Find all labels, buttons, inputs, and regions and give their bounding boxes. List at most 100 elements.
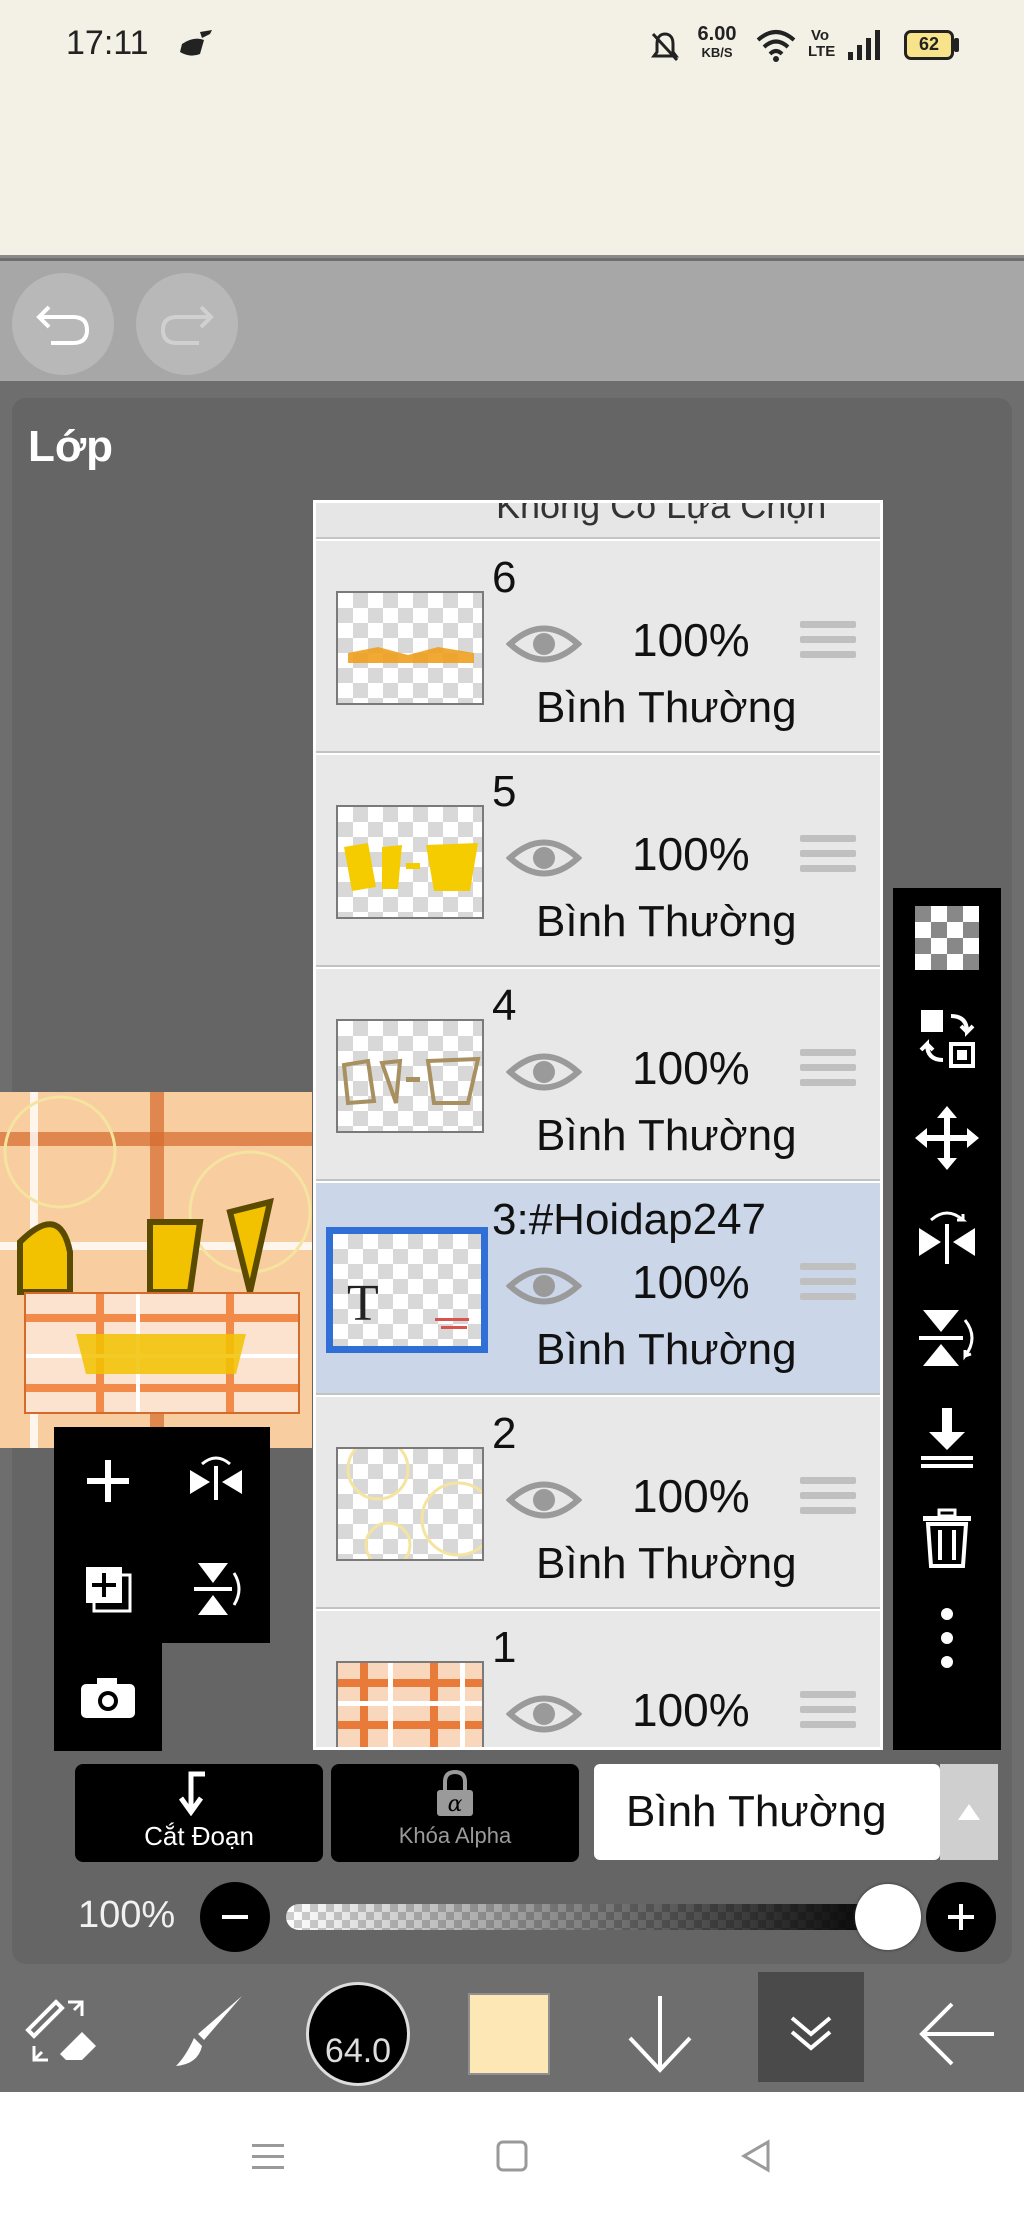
layer-row-5[interactable]: 5 100% Bình Thường (316, 755, 880, 967)
swap-layer-button[interactable] (893, 988, 1001, 1088)
wifi-icon (756, 30, 796, 62)
eye-icon[interactable] (506, 619, 582, 669)
eye-icon[interactable] (506, 833, 582, 883)
opacity-decrease-button[interactable] (200, 1882, 270, 1952)
clipping-icon (178, 1771, 205, 1817)
brush-size-value: 64.0 (324, 2032, 392, 2070)
tool-switch-button[interactable] (20, 1990, 102, 2072)
merge-down-icon (921, 1408, 973, 1468)
opacity-increase-button[interactable] (926, 1882, 996, 1952)
drag-handle-icon[interactable] (800, 621, 856, 667)
flip-horizontal-icon (919, 1211, 975, 1264)
canvas-thumbnail (24, 1292, 300, 1414)
opacity-label: 100% (78, 1894, 176, 1936)
layer-list[interactable]: Không Có Lựa Chọn 6 100% Bình Thường 5 1… (313, 500, 883, 1750)
more-vertical-icon (941, 1608, 953, 1668)
layer-blend-mode: Bình Thường (536, 897, 797, 946)
opacity-slider-thumb[interactable] (855, 1884, 921, 1950)
signal-icon (848, 30, 880, 60)
undo-button[interactable] (12, 273, 114, 375)
redo-button[interactable] (136, 273, 238, 375)
layer-opacity: 100% (632, 828, 750, 880)
layer-opacity: 100% (632, 1256, 750, 1308)
drag-handle-icon[interactable] (800, 1691, 856, 1737)
duplicate-layer-button[interactable] (54, 1535, 162, 1643)
layer-row-4[interactable]: 4 100% Bình Thường (316, 969, 880, 1181)
flip-vertical-icon (194, 1563, 241, 1615)
transparent-fill-button[interactable] (893, 888, 1001, 988)
layers-panel-button[interactable] (758, 1972, 864, 2082)
flip-vertical-layer-button[interactable] (893, 1288, 1001, 1388)
merge-down-button[interactable] (893, 1388, 1001, 1488)
arrow-down-icon (628, 1996, 692, 2073)
blend-mode-select[interactable]: Bình Thường (594, 1764, 940, 1860)
recent-apps-button[interactable] (250, 2138, 286, 2174)
move-button[interactable] (893, 1088, 1001, 1188)
layer-opacity: 100% (632, 614, 750, 666)
layer-blend-mode: Bình Thường (536, 1539, 797, 1588)
layer-1-art (338, 1663, 482, 1747)
plus-icon (87, 1460, 129, 1502)
brush-tool-button[interactable] (168, 1990, 250, 2072)
pen-eraser-icon (25, 1999, 96, 2062)
thumbnail-artwork (26, 1294, 298, 1412)
eye-icon[interactable] (506, 1261, 582, 1311)
layer-name: 1 (492, 1623, 517, 1672)
layer-row-1[interactable]: 1 100% (316, 1611, 880, 1747)
layer-row-3-selected[interactable]: T 3:#Hoidap247 100% Bình Thường (316, 1183, 880, 1395)
layer-down-button[interactable] (620, 1992, 700, 2076)
back-button[interactable] (916, 1998, 1000, 2070)
layer-thumbnail (336, 591, 484, 705)
layer-row-2[interactable]: 2 100% Bình Thường (316, 1397, 880, 1609)
status-time: 17:11 (66, 24, 149, 62)
arrow-left-icon (919, 2002, 994, 2066)
camera-icon (81, 1678, 135, 1718)
home-button[interactable] (494, 2138, 530, 2174)
layer-2-art (346, 1449, 482, 1559)
layer-name: 5 (492, 767, 517, 816)
eye-icon[interactable] (506, 1689, 582, 1739)
redo-icon (160, 305, 214, 345)
flip-vertical-icon (919, 1310, 974, 1366)
clipping-button[interactable]: Cắt Đoạn (75, 1764, 323, 1862)
drag-handle-icon[interactable] (800, 1263, 856, 1309)
triangle-back-icon (741, 2139, 770, 2173)
no-selection-label: Không Có Lựa Chọn (496, 503, 827, 526)
nav-back-button[interactable] (738, 2138, 774, 2174)
layer-blend-mode: Bình Thường (536, 1325, 797, 1374)
layer-5-art (344, 843, 478, 891)
trash-icon (923, 1508, 971, 1568)
layer-opacity: 100% (632, 1470, 750, 1522)
drag-handle-icon[interactable] (800, 1049, 856, 1095)
battery-tip (954, 38, 959, 52)
layer-opacity: 100% (632, 1042, 750, 1094)
layer-tools-toolbar (893, 888, 1001, 1750)
blend-mode-dropdown-button[interactable] (940, 1764, 998, 1860)
lock-icon: α (437, 1769, 473, 1817)
layer-name: 4 (492, 981, 517, 1030)
alpha-lock-button[interactable]: α Khóa Alpha (331, 1764, 579, 1862)
flip-vertical-button[interactable] (162, 1535, 270, 1643)
drag-handle-icon[interactable] (800, 835, 856, 881)
layer-thumbnail (336, 1447, 484, 1561)
delete-layer-button[interactable] (893, 1488, 1001, 1588)
layer-6-art (348, 647, 474, 663)
more-options-button[interactable] (893, 1588, 1001, 1688)
add-layer-button[interactable] (54, 1427, 162, 1535)
text-layer-glyph: T (347, 1275, 379, 1332)
drag-handle-icon[interactable] (800, 1477, 856, 1523)
color-swatch-button[interactable] (468, 1993, 550, 2075)
svg-text:α: α (448, 1792, 463, 1817)
opacity-slider[interactable] (286, 1904, 888, 1930)
layer-list-header[interactable]: Không Có Lựa Chọn (316, 503, 880, 539)
flip-horizontal-button[interactable] (162, 1427, 270, 1535)
layer-row-6[interactable]: 6 100% Bình Thường (316, 541, 880, 753)
move-icon (915, 1106, 979, 1170)
layer-4-art (341, 1056, 481, 1106)
camera-button[interactable] (54, 1643, 162, 1751)
eye-icon[interactable] (506, 1475, 582, 1525)
flip-horizontal-layer-button[interactable] (893, 1188, 1001, 1288)
layer-3-art (435, 1318, 469, 1329)
layer-name: 6 (492, 553, 517, 602)
eye-icon[interactable] (506, 1047, 582, 1097)
